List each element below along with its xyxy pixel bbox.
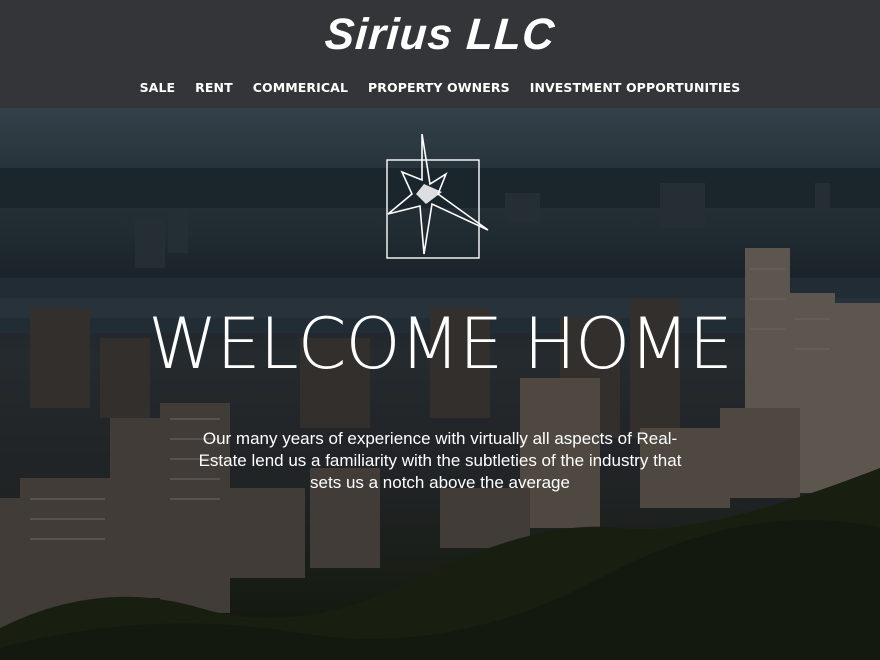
nav-property-owners[interactable]: PROPERTY OWNERS [368,80,510,95]
nav-rent[interactable]: RENT [195,80,233,95]
hero-tagline: Our many years of experience with virtua… [198,429,682,492]
site-header: Sirius LLC SALE RENT COMMERICAL PROPERTY… [0,0,880,108]
hero-headline: WELCOME HOME [148,303,733,385]
brand-logo-text[interactable]: Sirius LLC [0,10,880,60]
nav-sale[interactable]: SALE [140,80,176,95]
compass-star-icon[interactable] [386,134,490,260]
hero-section: WELCOME HOME Our many years of experienc… [0,108,880,660]
nav-commercial[interactable]: COMMERICAL [253,80,348,95]
nav-investment-opportunities[interactable]: INVESTMENT OPPORTUNITIES [530,80,741,95]
main-nav: SALE RENT COMMERICAL PROPERTY OWNERS INV… [0,80,880,95]
